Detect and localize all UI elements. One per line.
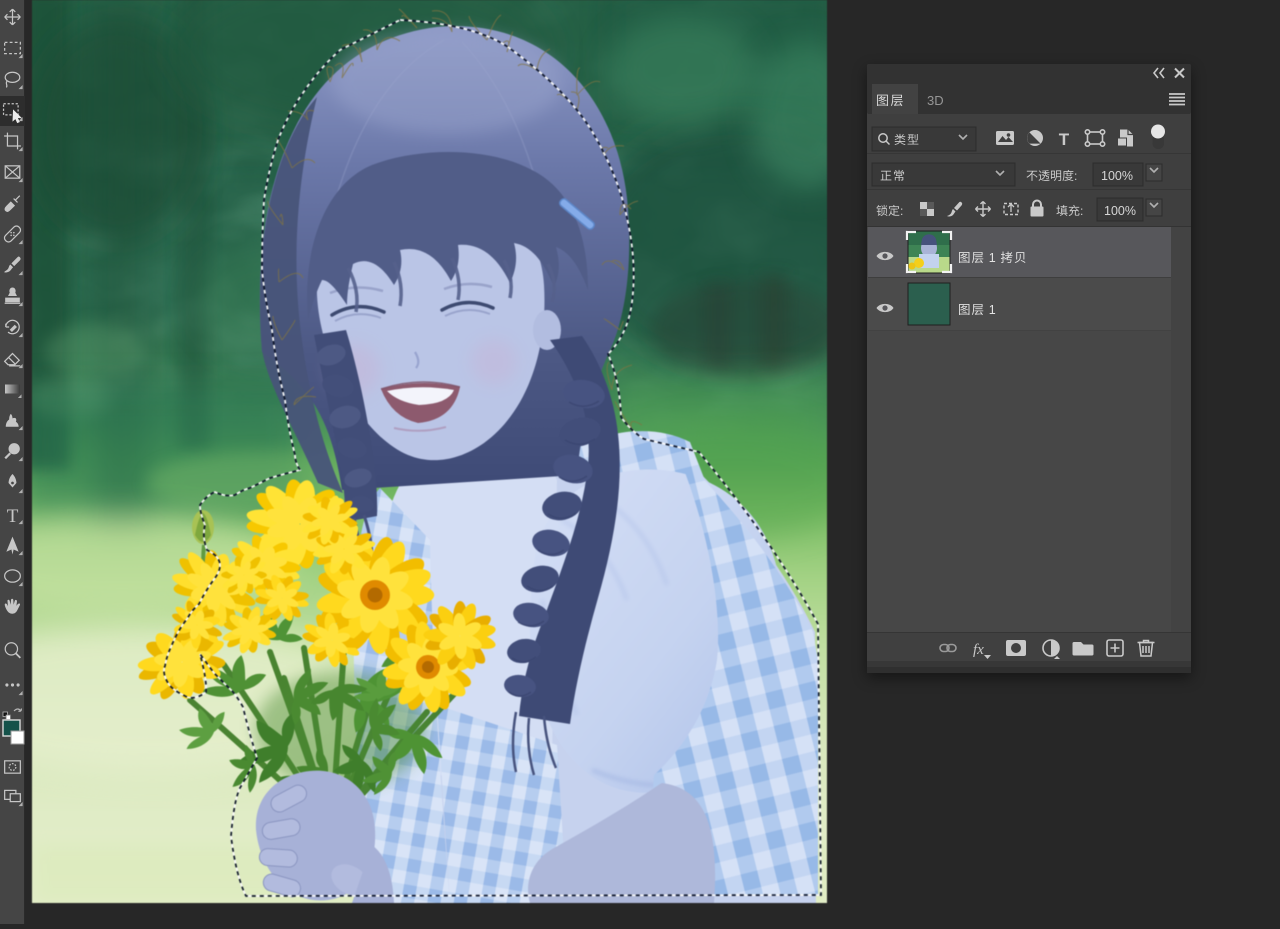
svg-text:1: 1: [989, 251, 996, 265]
svg-text:fx: fx: [973, 642, 984, 658]
svg-text:100%: 100%: [1101, 169, 1133, 183]
svg-text:T: T: [1059, 130, 1070, 149]
svg-text:T: T: [7, 506, 19, 527]
svg-text:3D: 3D: [927, 93, 944, 108]
svg-text::: :: [1080, 204, 1083, 218]
svg-text:1: 1: [989, 303, 996, 317]
svg-text:100%: 100%: [1104, 204, 1136, 218]
svg-text::: :: [1074, 169, 1077, 183]
svg-text::: :: [900, 204, 903, 218]
